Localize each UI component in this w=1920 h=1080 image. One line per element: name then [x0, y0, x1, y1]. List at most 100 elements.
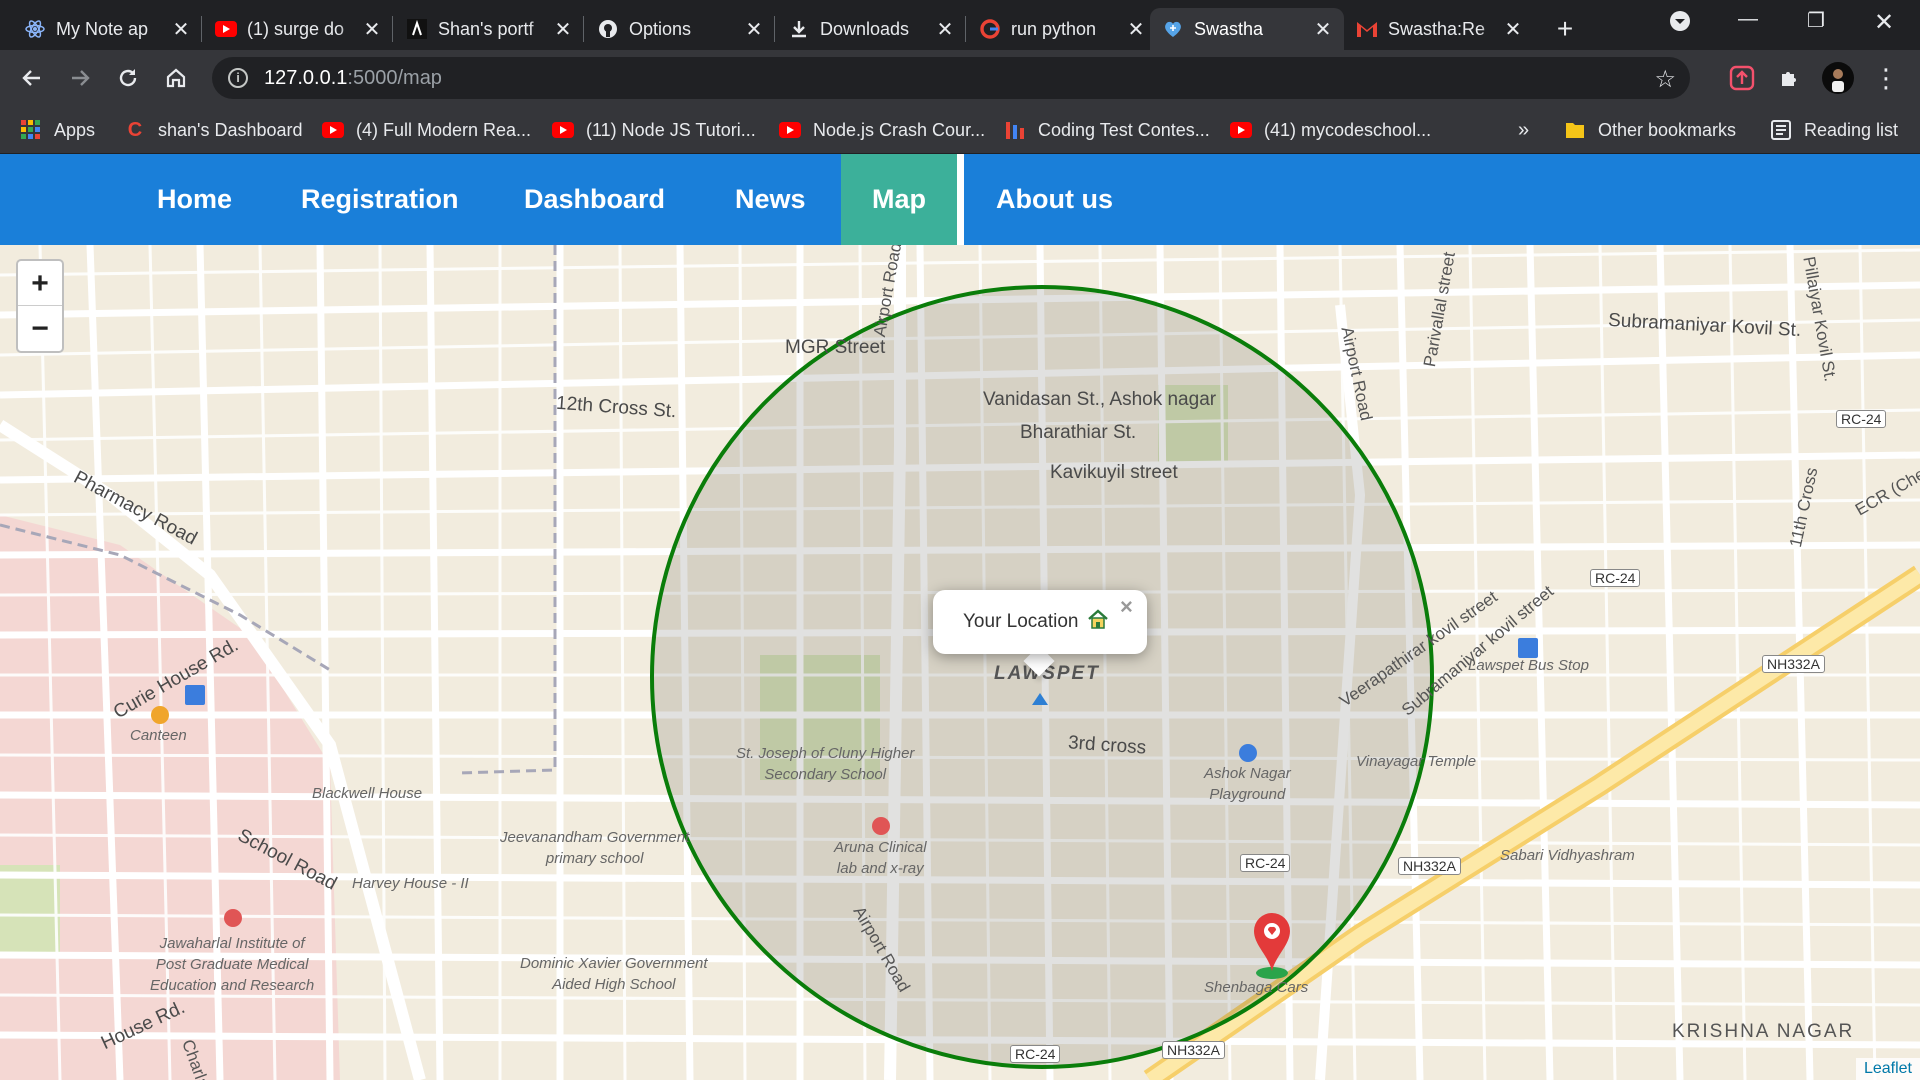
browser-tab[interactable]: Swastha:Re ✕	[1344, 8, 1534, 50]
bookmarks-overflow-button[interactable]: »	[1518, 116, 1529, 144]
browser-tab[interactable]: Swastha ✕	[1150, 8, 1344, 50]
folder-icon	[1564, 121, 1586, 139]
poi-label: Sabari Vidhyashram	[1500, 847, 1635, 864]
nav-news[interactable]: News	[704, 154, 837, 245]
nav-registration[interactable]: Registration	[270, 154, 490, 245]
youtube-icon	[552, 121, 574, 139]
google-icon	[979, 18, 1001, 40]
zoom-in-button[interactable]: +	[18, 261, 62, 306]
new-tab-button[interactable]: +	[1548, 12, 1582, 46]
browser-tabstrip: My Note ap ✕ (1) surge do ✕ Shan's portf ✕ Opt…	[0, 0, 1920, 50]
youtube-icon	[215, 18, 237, 40]
nav-map[interactable]: Map	[841, 154, 964, 245]
tab-close-icon[interactable]: ✕	[934, 17, 956, 42]
road-shield: NH332A	[1162, 1041, 1225, 1059]
bookmark-label: (11) Node JS Tutori...	[586, 119, 756, 140]
app-navbar: Home Registration Dashboard News Map Abo…	[0, 154, 1920, 245]
bookmark-item[interactable]: (4) Full Modern Rea...	[322, 116, 531, 144]
bookmark-item[interactable]: (41) mycodeschool...	[1230, 116, 1431, 144]
tab-separator	[392, 16, 393, 42]
tab-title: Downloads	[820, 18, 910, 39]
browser-tab[interactable]: Shan's portf ✕	[394, 8, 584, 50]
close-window-button[interactable]: ✕	[1864, 8, 1904, 37]
tab-separator	[583, 16, 584, 42]
tab-close-icon[interactable]: ✕	[743, 17, 765, 42]
poi-label: Ashok Nagar Playground	[1204, 765, 1291, 803]
tab-close-icon[interactable]: ✕	[361, 17, 383, 42]
poi-label: Dominic Xavier Government Aided High Sch…	[520, 955, 708, 993]
tab-title: (1) surge do	[247, 18, 345, 39]
bookmark-item[interactable]: Node.js Crash Cour...	[779, 116, 985, 144]
site-info-icon[interactable]: i	[228, 68, 248, 88]
leaflet-map[interactable]: MGR Street Airport Road 12th Cross St. V…	[0, 245, 1920, 1080]
address-path: :5000/map	[347, 66, 442, 89]
youtube-icon	[779, 121, 801, 139]
poi-label: Jawaharlal Institute of Post Graduate Me…	[150, 935, 315, 994]
bookmark-item[interactable]: Apps	[20, 116, 95, 144]
home-icon[interactable]	[158, 60, 194, 96]
house-icon	[1087, 608, 1109, 636]
popup-close-button[interactable]: ×	[1120, 594, 1133, 620]
minimize-button[interactable]: —	[1728, 8, 1768, 31]
nav-about-us[interactable]: About us	[965, 154, 1144, 245]
zoom-out-button[interactable]: −	[18, 306, 62, 351]
browser-tab[interactable]: (1) surge do ✕	[203, 8, 393, 50]
profile-avatar[interactable]	[1820, 60, 1856, 96]
gmail-icon	[1356, 18, 1378, 40]
browser-tab[interactable]: run python ✕	[967, 8, 1157, 50]
street-label: MGR Street	[785, 337, 886, 358]
address-bar[interactable]: i 127.0.0.1:5000/map ☆	[212, 57, 1690, 99]
poi-label: St. Joseph of Cluny Higher Secondary Sch…	[736, 745, 915, 783]
browser-tab[interactable]: Options ✕	[585, 8, 775, 50]
reload-icon[interactable]	[110, 60, 146, 96]
zoom-control: + −	[16, 259, 64, 353]
portfolio-icon	[406, 18, 428, 40]
reading-list-icon	[1770, 120, 1792, 140]
bookmark-star-icon[interactable]: ☆	[1654, 65, 1676, 94]
heart-icon	[1162, 18, 1184, 40]
tab-title: Shan's portf	[438, 18, 534, 39]
atom-icon	[24, 18, 46, 40]
poi-label: Jeevanandham Government primary school	[500, 829, 690, 867]
nav-home[interactable]: Home	[126, 154, 263, 245]
road-shield: RC-24	[1010, 1045, 1061, 1063]
bookmarks-bar: Apps Cshan's Dashboard (4) Full Modern Rea…	[0, 106, 1920, 154]
youtube-icon	[322, 121, 344, 139]
bookmark-item[interactable]: Cshan's Dashboard	[124, 116, 303, 144]
extension-upload-icon[interactable]	[1724, 60, 1760, 96]
tab-title: Swastha	[1194, 18, 1264, 39]
chrome-menu-icon[interactable]: ⋮	[1868, 60, 1904, 96]
tab-title: run python	[1011, 18, 1097, 39]
tab-close-icon[interactable]: ✕	[552, 17, 574, 42]
other-bookmarks[interactable]: Other bookmarks	[1564, 116, 1736, 144]
browser-tab[interactable]: Downloads ✕	[776, 8, 966, 50]
browser-tab[interactable]: My Note ap ✕	[12, 8, 202, 50]
bookmark-label: (4) Full Modern Rea...	[356, 119, 532, 140]
extensions-puzzle-icon[interactable]	[1772, 60, 1808, 96]
reading-list[interactable]: Reading list	[1770, 116, 1898, 144]
nav-dashboard[interactable]: Dashboard	[493, 154, 696, 245]
leaflet-attribution-link[interactable]: Leaflet	[1855, 1058, 1920, 1080]
tab-title: My Note ap	[56, 18, 149, 39]
road-shield: NH332A	[1398, 857, 1461, 875]
tab-search-icon[interactable]	[1660, 10, 1700, 38]
poi-label: Aruna Clinical lab and x-ray	[834, 839, 927, 877]
back-icon[interactable]	[14, 60, 50, 96]
forward-icon[interactable]	[62, 60, 98, 96]
tab-close-icon[interactable]: ✕	[1312, 17, 1334, 42]
bookmark-label: Node.js Crash Cour...	[813, 119, 986, 140]
tab-close-icon[interactable]: ✕	[1125, 17, 1147, 42]
tab-close-icon[interactable]: ✕	[1502, 17, 1524, 42]
bookmark-label: shan's Dashboard	[158, 119, 303, 140]
bookmark-label: Apps	[54, 119, 96, 140]
tab-close-icon[interactable]: ✕	[170, 17, 192, 42]
road-shield: NH332A	[1762, 655, 1825, 673]
road-shield: RC-24	[1240, 854, 1291, 872]
bookmark-item[interactable]: (11) Node JS Tutori...	[552, 116, 756, 144]
street-label: Kavikuyil street	[1050, 462, 1178, 483]
poi-label: Blackwell House	[312, 785, 423, 802]
bookmark-item[interactable]: Coding Test Contes...	[1004, 116, 1210, 144]
restore-button[interactable]: ❐	[1796, 8, 1836, 33]
github-icon	[597, 18, 619, 40]
street-label: Vanidasan St., Ashok nagar	[983, 389, 1217, 410]
